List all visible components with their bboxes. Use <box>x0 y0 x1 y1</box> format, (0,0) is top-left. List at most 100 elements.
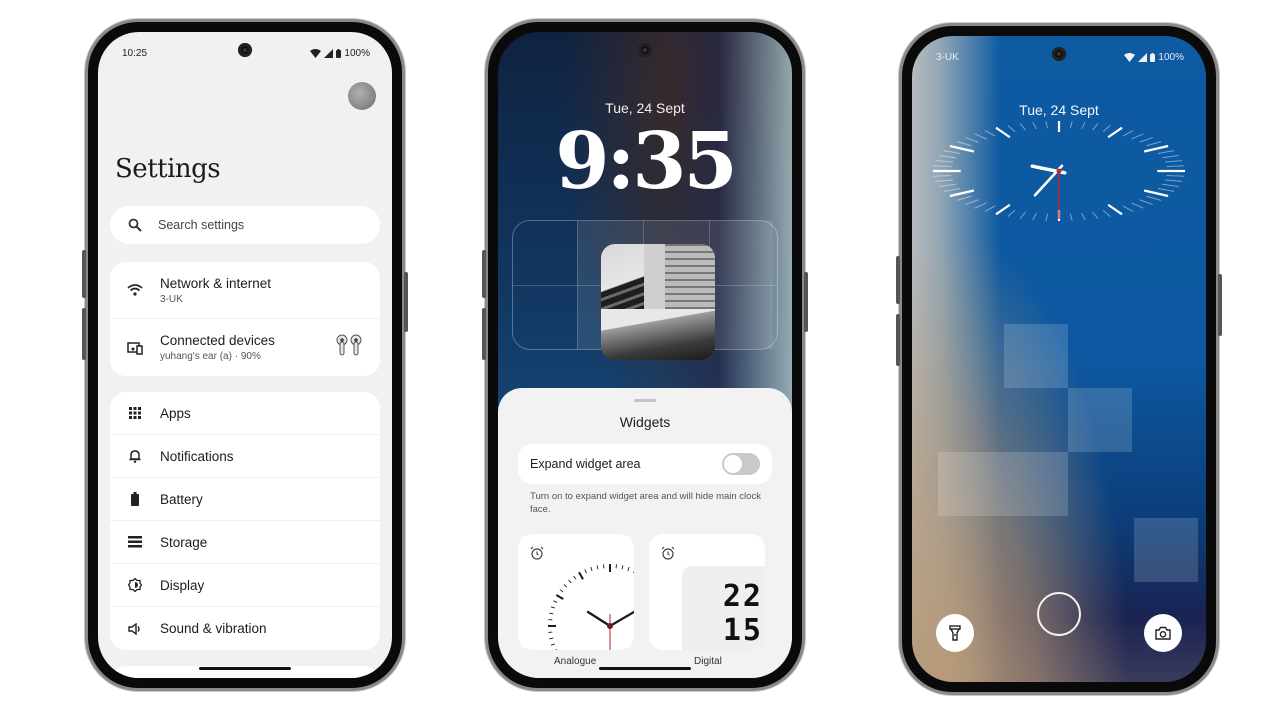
minute-tick <box>1122 205 1134 212</box>
minute-tick <box>1007 209 1016 218</box>
toggle-hint: Turn on to expand widget area and will h… <box>530 491 761 515</box>
minute-tick <box>1146 195 1162 201</box>
bell-icon <box>126 447 144 465</box>
battery-icon <box>1150 52 1156 62</box>
avatar[interactable] <box>348 82 376 110</box>
flashlight-icon <box>949 625 961 641</box>
minute-tick <box>956 141 972 147</box>
minute-tick <box>974 133 987 140</box>
fingerprint-icon[interactable] <box>1037 592 1081 636</box>
home-indicator[interactable] <box>199 667 291 670</box>
alarm-icon <box>661 546 675 560</box>
settings-item-battery[interactable]: Battery <box>110 478 380 521</box>
status-time: 10:25 <box>122 47 148 59</box>
clock-center <box>1056 168 1062 174</box>
flashlight-button[interactable] <box>936 614 974 652</box>
phone-lockscreen: 3-UK 100% Tue, 24 Sept <box>896 26 1222 692</box>
expand-widget-toggle[interactable] <box>722 453 760 475</box>
volume-button <box>482 308 486 360</box>
hour-tick <box>578 571 584 580</box>
item-subtitle: yuhang's ear (a) · 90% <box>160 351 261 362</box>
minute-tick <box>984 205 996 212</box>
minute-tick <box>1157 150 1175 155</box>
photo-widget[interactable] <box>601 244 715 360</box>
minute-tick <box>568 579 572 584</box>
hour-tick <box>1143 189 1169 198</box>
hour-tick <box>1107 126 1123 139</box>
minute-tick <box>1131 133 1144 140</box>
wallpaper-tile <box>1004 324 1068 388</box>
sheet-drag-handle[interactable] <box>634 399 656 402</box>
widget-option-digital[interactable]: 22 15 <box>649 534 765 650</box>
settings-item-network[interactable]: Network & internet 3-UK <box>110 262 380 319</box>
minute-tick <box>1007 124 1016 133</box>
widget-option-analogue[interactable] <box>518 534 634 650</box>
signal-icon <box>324 48 334 58</box>
volume-icon <box>126 620 144 638</box>
minute-tick <box>573 575 577 580</box>
storage-icon <box>126 533 144 551</box>
minute-tick <box>584 569 587 574</box>
minute-tick <box>1032 212 1037 221</box>
expand-widget-area-row[interactable]: Expand widget area <box>518 444 772 484</box>
minute-tick <box>1019 211 1026 219</box>
minute-tick <box>935 179 954 182</box>
hour-tick <box>555 594 564 600</box>
widget-label-digital: Digital <box>694 656 722 667</box>
minute-tick <box>1161 183 1179 187</box>
hour-hand <box>586 610 612 628</box>
settings-item-storage[interactable]: Storage <box>110 521 380 564</box>
toggle-knob <box>724 455 742 473</box>
volume-button <box>896 314 900 366</box>
minute-tick <box>984 130 996 137</box>
minute-tick <box>1092 211 1099 219</box>
minute-tick <box>1081 212 1086 221</box>
volume-button <box>82 250 86 298</box>
minute-tick <box>935 160 954 163</box>
settings-item-display[interactable]: Display <box>110 564 380 607</box>
sheet-title: Widgets <box>619 414 671 430</box>
hour-tick <box>1143 144 1169 153</box>
digital-digits: 22 15 <box>722 579 763 648</box>
battery-percent: 100% <box>344 47 370 59</box>
item-label: Display <box>160 577 205 593</box>
minute-tick <box>590 566 593 571</box>
minute-tick <box>1069 213 1073 221</box>
search-input[interactable]: Search settings <box>110 206 380 244</box>
wallpaper-tile <box>938 452 1068 516</box>
settings-item-sound[interactable]: Sound & vibration <box>110 607 380 650</box>
minute-tick <box>549 637 554 640</box>
hour-tick <box>1107 203 1123 216</box>
wifi-icon <box>126 281 144 299</box>
minute-tick <box>549 612 554 615</box>
home-indicator[interactable] <box>599 667 691 670</box>
minute-tick <box>943 150 961 155</box>
apps-grid-icon <box>126 404 144 422</box>
lock-date: Tue, 24 Sept <box>1019 102 1099 118</box>
minute-tick <box>1102 124 1111 133</box>
wifi-icon <box>1124 52 1136 62</box>
minute-tick <box>933 174 952 177</box>
settings-item-notifications[interactable]: Notifications <box>110 435 380 478</box>
front-camera <box>1052 47 1066 61</box>
settings-item-apps[interactable]: Apps <box>110 392 380 435</box>
digital-clock-preview: 22 15 <box>682 566 765 650</box>
minute-tick <box>563 584 568 588</box>
camera-button[interactable] <box>1144 614 1182 652</box>
item-subtitle: 3-UK <box>160 293 183 305</box>
minute-tick <box>621 565 624 570</box>
volume-button <box>896 256 900 304</box>
item-label: Connected devices <box>160 333 275 348</box>
battery-icon <box>126 490 144 508</box>
minute-tick <box>939 183 957 187</box>
hour-tick <box>995 203 1011 216</box>
lock-clock[interactable]: 9:35 <box>498 116 792 207</box>
minute-tick <box>1166 174 1185 177</box>
item-label: Sound & vibration <box>160 621 267 636</box>
front-camera <box>238 43 252 57</box>
wifi-icon <box>310 48 322 58</box>
carrier-name: 3-UK <box>936 51 959 63</box>
settings-group: Apps Notifications Battery Storage Displ… <box>110 392 380 650</box>
widgets-sheet: Widgets Expand widget area Turn on to ex… <box>498 388 792 678</box>
settings-item-connected-devices[interactable]: Connected devices yuhang's ear (a) · 90% <box>110 319 380 376</box>
